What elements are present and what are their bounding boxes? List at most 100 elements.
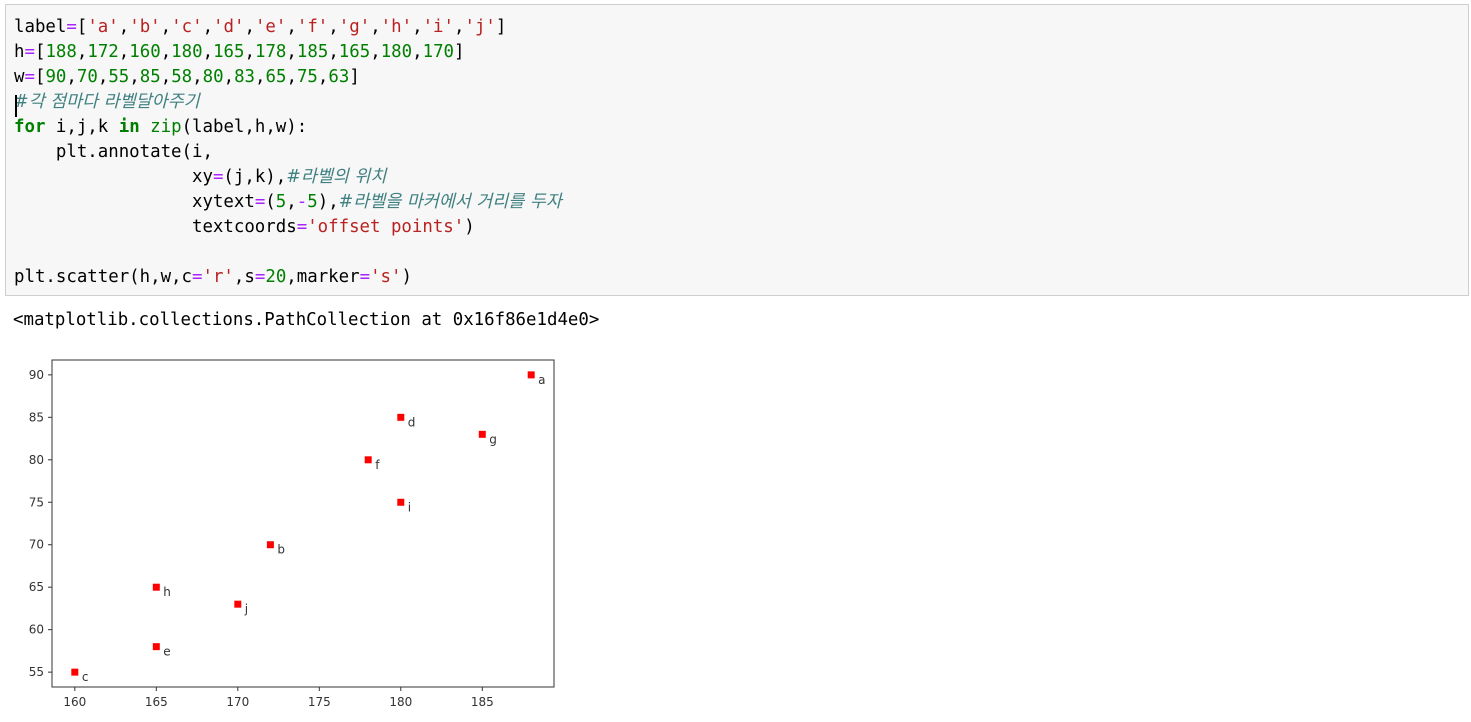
code-line: plt.scatter(h,w,c='r',s=20,marker='s')	[14, 265, 562, 290]
code-token: 5	[275, 192, 287, 212]
code-token: ,	[76, 42, 88, 62]
point-label: g	[489, 432, 497, 446]
code-token: ,	[412, 42, 423, 62]
x-tick-label: 185	[471, 695, 494, 709]
code-token: 'i'	[422, 17, 454, 37]
scatter-point	[152, 643, 160, 651]
code-line: w=[90,70,55,85,58,80,83,65,75,63]	[14, 65, 562, 90]
code-token: =	[24, 42, 35, 62]
code-token: =	[212, 167, 224, 187]
code-token: ,	[286, 42, 297, 62]
code-token: ,	[202, 42, 214, 62]
code-token: 'h'	[380, 17, 413, 37]
code-line: xy=(j,k),#라벨의 위치	[14, 165, 562, 190]
code-token: 20	[265, 267, 287, 287]
code-token: 58	[171, 67, 193, 87]
code-token: 80	[202, 67, 224, 87]
code-token: 180	[171, 42, 203, 62]
code-token: label	[14, 17, 67, 37]
y-tick-label: 80	[29, 453, 44, 467]
code-token: ,	[286, 67, 297, 87]
x-axis-ticks: 160 165 170 175 180 185	[63, 687, 494, 709]
code-token: 165	[338, 42, 371, 62]
point-label: c	[82, 670, 89, 684]
code-token: 70	[76, 67, 98, 87]
code-editor[interactable]: label=['a','b','c','d','e','f','g','h','…	[14, 15, 562, 290]
code-token: xytext	[14, 192, 255, 212]
code-token: (	[265, 192, 276, 212]
code-comment: #라벨을 마커에서 거리를 두자	[338, 192, 562, 212]
code-token: 'r'	[202, 267, 234, 287]
code-token: ,	[317, 67, 329, 87]
point-label: b	[277, 543, 285, 557]
x-tick-label: 165	[145, 695, 168, 709]
point-label: d	[408, 415, 416, 429]
text-cursor	[15, 95, 17, 117]
code-token: (j,k),	[223, 167, 287, 187]
scatter-point	[234, 600, 242, 608]
code-line: for i,j,k in zip(label,h,w):	[14, 115, 562, 140]
code-token: 85	[139, 67, 161, 87]
code-token: 83	[234, 67, 256, 87]
y-tick-label: 70	[29, 538, 44, 552]
code-token: ,	[328, 17, 339, 37]
code-token: )	[464, 217, 475, 237]
code-token: )	[401, 267, 412, 287]
scatter-point	[397, 413, 405, 421]
scatter-point	[266, 541, 274, 549]
code-token: 'g'	[338, 17, 371, 37]
code-line: #각 점마다 라벨달아주기	[14, 90, 562, 115]
code-line: xytext=(5,-5),#라벨을 마커에서 거리를 두자	[14, 190, 562, 215]
scatter-point	[71, 668, 79, 676]
scatter-plot: 55 60 65 70 75 80 85 90 160 165 170 175 180 185 a b c d…	[29, 359, 555, 709]
code-token: =	[254, 267, 266, 287]
y-tick-label: 60	[29, 623, 44, 637]
code-token: ,	[370, 17, 381, 37]
code-token: =	[24, 67, 35, 87]
code-token: ),	[317, 192, 339, 212]
code-cell[interactable]: label=['a','b','c','d','e','f','g','h','…	[5, 4, 1469, 296]
code-token: ,	[129, 67, 140, 87]
code-comment: #각 점마다 라벨달아주기	[14, 92, 200, 112]
code-token: 172	[87, 42, 119, 62]
code-token: -	[296, 192, 308, 212]
code-token: ,	[97, 67, 109, 87]
x-tick-label: 180	[389, 695, 412, 709]
point-label: i	[408, 500, 411, 514]
code-token: 185	[296, 42, 329, 62]
code-token: ,	[202, 17, 214, 37]
x-tick-label: 160	[63, 695, 86, 709]
code-token: ,	[328, 42, 339, 62]
code-token: ,	[66, 67, 77, 87]
y-tick-label: 75	[29, 495, 44, 509]
code-token: 'f'	[296, 17, 329, 37]
code-token: 'd'	[213, 17, 245, 37]
point-label: a	[538, 373, 545, 387]
code-line: textcoords='offset points')	[14, 215, 562, 240]
code-token: [	[34, 42, 46, 62]
code-token: i,j,k	[45, 117, 119, 137]
code-token: plt.scatter(h,w,c	[14, 267, 192, 287]
code-token: ,	[160, 67, 172, 87]
y-tick-label: 85	[29, 410, 44, 424]
code-token: ,	[370, 42, 381, 62]
code-token: 'j'	[464, 17, 496, 37]
code-line: h=[188,172,160,180,165,178,185,165,180,1…	[14, 40, 562, 65]
code-token: ,	[160, 17, 172, 37]
scatter-point	[478, 430, 486, 438]
code-token: 160	[129, 42, 161, 62]
point-label: e	[163, 645, 170, 659]
point-label: j	[244, 602, 248, 616]
code-token: xy	[14, 167, 213, 187]
code-token: in	[118, 117, 140, 137]
code-token: =	[254, 192, 266, 212]
code-token: ,	[118, 42, 130, 62]
code-token: 170	[422, 42, 455, 62]
code-token: ,	[412, 17, 423, 37]
code-token: 165	[213, 42, 245, 62]
code-token: for	[14, 117, 46, 137]
code-token: zip	[150, 117, 182, 137]
code-line: label=['a','b','c','d','e','f','g','h','…	[14, 15, 562, 40]
scatter-point	[397, 498, 405, 506]
code-token: ,s	[233, 267, 255, 287]
